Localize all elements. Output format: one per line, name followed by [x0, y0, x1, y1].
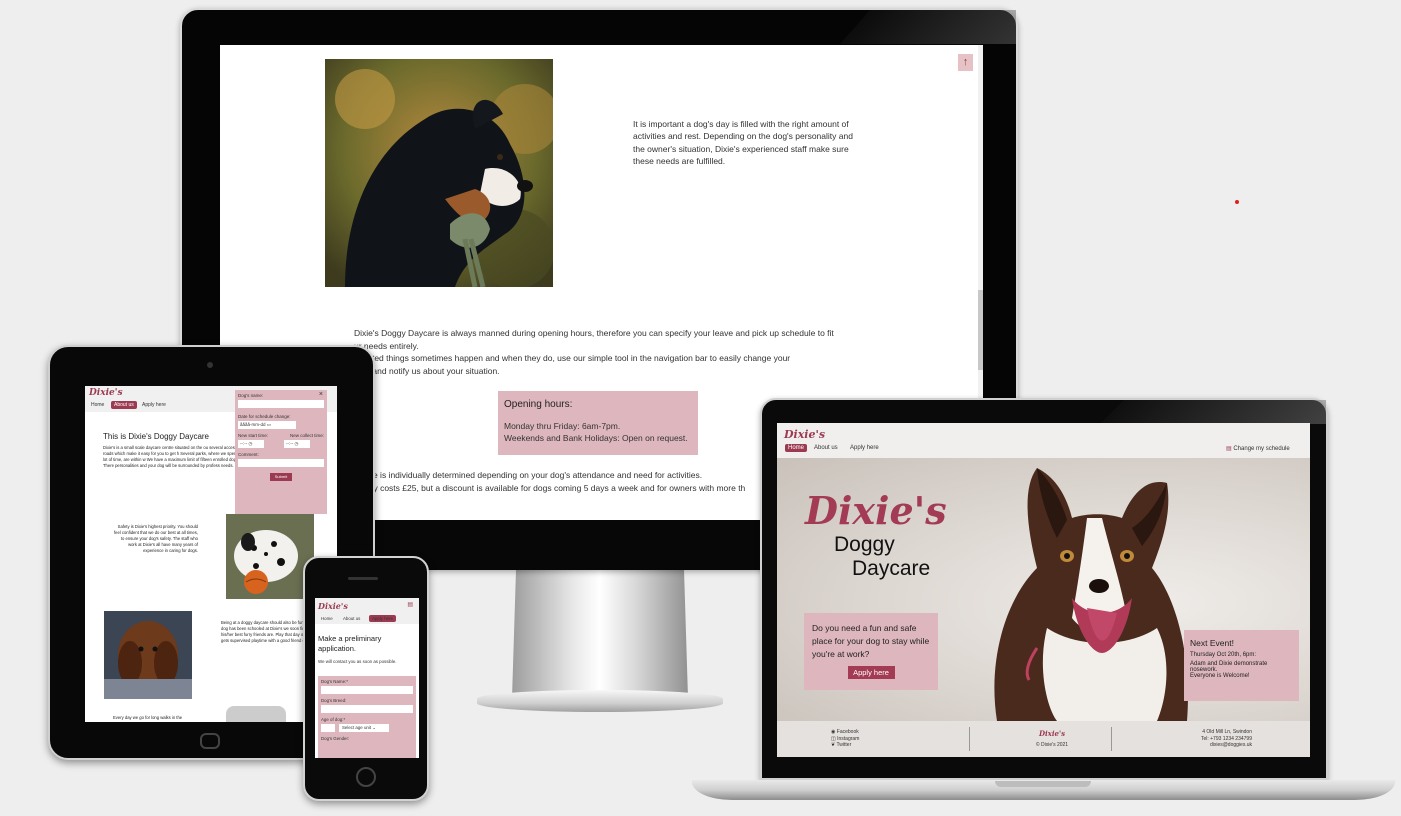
tablet-camera — [207, 362, 213, 368]
schedule-paragraph-line1: Dixie's Doggy Daycare is always manned d… — [354, 328, 834, 338]
footer-email[interactable]: dixies@doggies.uk — [1157, 742, 1252, 749]
tablet-nav-home[interactable]: Home — [91, 402, 104, 408]
laptop-nav-about[interactable]: About us — [814, 445, 838, 451]
calendar-icon: ▤ — [1226, 446, 1232, 452]
footer-logo: Dixie's — [1038, 729, 1066, 738]
date-input[interactable]: åååå-mm-dd ▭ — [238, 421, 296, 429]
scrollbar-thumb[interactable] — [978, 290, 983, 370]
tablet-walks-text: Every day we go for long walks in the — [113, 715, 183, 720]
laptop-navbar: Dixie's Home About us Apply here ▤ Chang… — [777, 423, 1310, 458]
cta-box: Do you need a fun and safe place for you… — [804, 613, 938, 690]
monitor-stand — [512, 570, 688, 698]
phone-screen: Dixie's ▤ Home About us Apply here Make … — [315, 598, 419, 758]
twitter-link[interactable]: ❦ Twitter — [831, 742, 859, 749]
start-time-input[interactable]: --:-- ◷ — [238, 440, 264, 448]
back-to-top-button[interactable]: ↑ — [958, 54, 973, 71]
spaniel-photo — [104, 611, 192, 699]
monitor-glare — [840, 10, 1016, 44]
hero-title-script: Dixie's — [805, 488, 947, 533]
opening-hours-weekdays: Monday thru Friday: 6am-7pm. — [504, 421, 621, 431]
red-dot — [1235, 200, 1239, 204]
tablet-home-button[interactable] — [200, 733, 220, 749]
facebook-icon: ◉ — [831, 729, 836, 735]
dog-name-label: Dog's Name:* — [321, 679, 348, 684]
price-paragraph-line1: rice is individually determined dependin… — [364, 470, 703, 480]
calendar-icon[interactable]: ▤ — [407, 601, 413, 608]
phone-nav-home[interactable]: Home — [321, 616, 333, 621]
hero-section: Dixie's Doggy Daycare Do you need a fun … — [777, 458, 1310, 721]
footer-divider — [969, 727, 970, 751]
schedule-change-form: × Dog's name: Date for schedule change: … — [235, 390, 327, 514]
laptop-glare — [1100, 400, 1326, 424]
dog-gender-label: Dog's Gender: — [321, 736, 350, 741]
opening-hours-box: Opening hours: Monday thru Friday: 6am-7… — [498, 391, 698, 455]
footer-copyright: © Dixie's 2021 — [1035, 742, 1069, 748]
collect-time-label: New collect time: — [289, 433, 324, 438]
tablet-intro: Dixie's is a small scale daycare centre … — [103, 445, 243, 469]
submit-button[interactable]: Submit — [270, 473, 292, 481]
bernese-dog-photo — [325, 59, 553, 287]
dog-breed-label: Dog's Breed: — [321, 698, 347, 703]
laptop-nav-home[interactable]: Home — [785, 444, 808, 452]
dog-name-label: Dog's name: — [238, 393, 264, 398]
event-welcome: Everyone is Welcome! — [1190, 673, 1250, 679]
monitor-base — [477, 690, 723, 712]
laptop-footer: ◉ Facebook ◫ Instagram ❦ Twitter Dixie's… — [777, 721, 1310, 757]
phone-home-button[interactable] — [356, 767, 376, 787]
event-description: Adam and Dixie demonstrate nosework. — [1190, 661, 1268, 673]
phone-nav-apply[interactable]: Apply here — [369, 615, 396, 622]
dog-age-input[interactable] — [321, 724, 335, 732]
apply-here-button[interactable]: Apply here — [847, 666, 895, 680]
phone-subtext: We will contact you as soon as possible. — [318, 659, 397, 664]
start-time-label: New start time: — [238, 433, 269, 438]
schedule-paragraph-line3: xpected things sometimes happen and when… — [354, 353, 791, 363]
date-label: Date for schedule change: — [238, 414, 291, 419]
price-paragraph-line2: day costs £25, but a discount is availab… — [364, 483, 746, 493]
instagram-icon: ◫ — [831, 735, 836, 742]
dog-name-input[interactable] — [238, 400, 324, 408]
age-unit-select[interactable]: Select age unit ⌄ — [339, 724, 389, 732]
tablet-screen: Dixie's Home About us Apply here This is… — [85, 386, 337, 722]
footer-divider — [1111, 727, 1112, 751]
chevron-down-icon: ⌄ — [372, 725, 376, 730]
tablet-heading: This is Dixie's Doggy Daycare — [103, 432, 210, 441]
opening-hours-title: Opening hours: — [504, 399, 573, 410]
phone-speaker — [348, 577, 378, 580]
phone-heading: Make a preliminary application. — [318, 634, 382, 654]
dog-name-input[interactable] — [321, 686, 413, 694]
event-date: Thursday Oct 20th, 6pm: — [1190, 652, 1257, 658]
cta-text: Do you need a fun and safe place for you… — [812, 623, 930, 659]
laptop-nav-apply[interactable]: Apply here — [850, 445, 879, 451]
activities-paragraph: It is important a dog's day is filled wi… — [633, 119, 853, 166]
dalmatian-photo — [226, 514, 314, 599]
hero-title-line1: Doggy — [834, 533, 895, 556]
next-event-box: Next Event! Thursday Oct 20th, 6pm: Adam… — [1184, 630, 1299, 701]
tablet-nav-apply[interactable]: Apply here — [142, 402, 166, 408]
comment-label: Comment: — [238, 452, 259, 457]
change-schedule-link[interactable]: ▤ Change my schedule — [1226, 445, 1290, 452]
tablet-nav-about[interactable]: About us — [111, 401, 137, 409]
application-form: Dog's Name:* Dog's Breed: Age of dog:* S… — [318, 676, 416, 758]
laptop-logo[interactable]: Dixie's — [784, 428, 825, 441]
comment-input[interactable] — [238, 459, 324, 467]
event-title: Next Event! — [1190, 638, 1234, 648]
arrow-up-icon: ↑ — [962, 56, 969, 68]
dog-breed-input[interactable] — [321, 705, 413, 713]
calendar-icon[interactable]: ▭ — [267, 422, 271, 427]
close-icon[interactable]: × — [319, 391, 323, 398]
hero-title-line2: Daycare — [852, 557, 931, 580]
collect-time-input[interactable]: --:-- ◷ — [284, 440, 310, 448]
schedule-paragraph-line4: dule and notify us about your situation. — [354, 366, 500, 376]
phone-nav-about[interactable]: About us — [343, 616, 360, 621]
tablet-safety-text: Safety is Dixie's highest priority. You … — [113, 524, 198, 554]
tablet-logo[interactable]: Dixie's — [89, 388, 123, 398]
laptop-screen: Dixie's Home About us Apply here ▤ Chang… — [777, 423, 1310, 757]
opening-hours-weekends: Weekends and Bank Holidays: Open on requ… — [504, 433, 688, 444]
twitter-icon: ❦ — [831, 742, 836, 748]
tablet-photo-partial — [226, 706, 286, 722]
phone-navbar: Dixie's ▤ Home About us Apply here — [315, 598, 419, 624]
laptop-notch — [995, 781, 1091, 787]
phone-logo[interactable]: Dixie's — [318, 601, 348, 611]
